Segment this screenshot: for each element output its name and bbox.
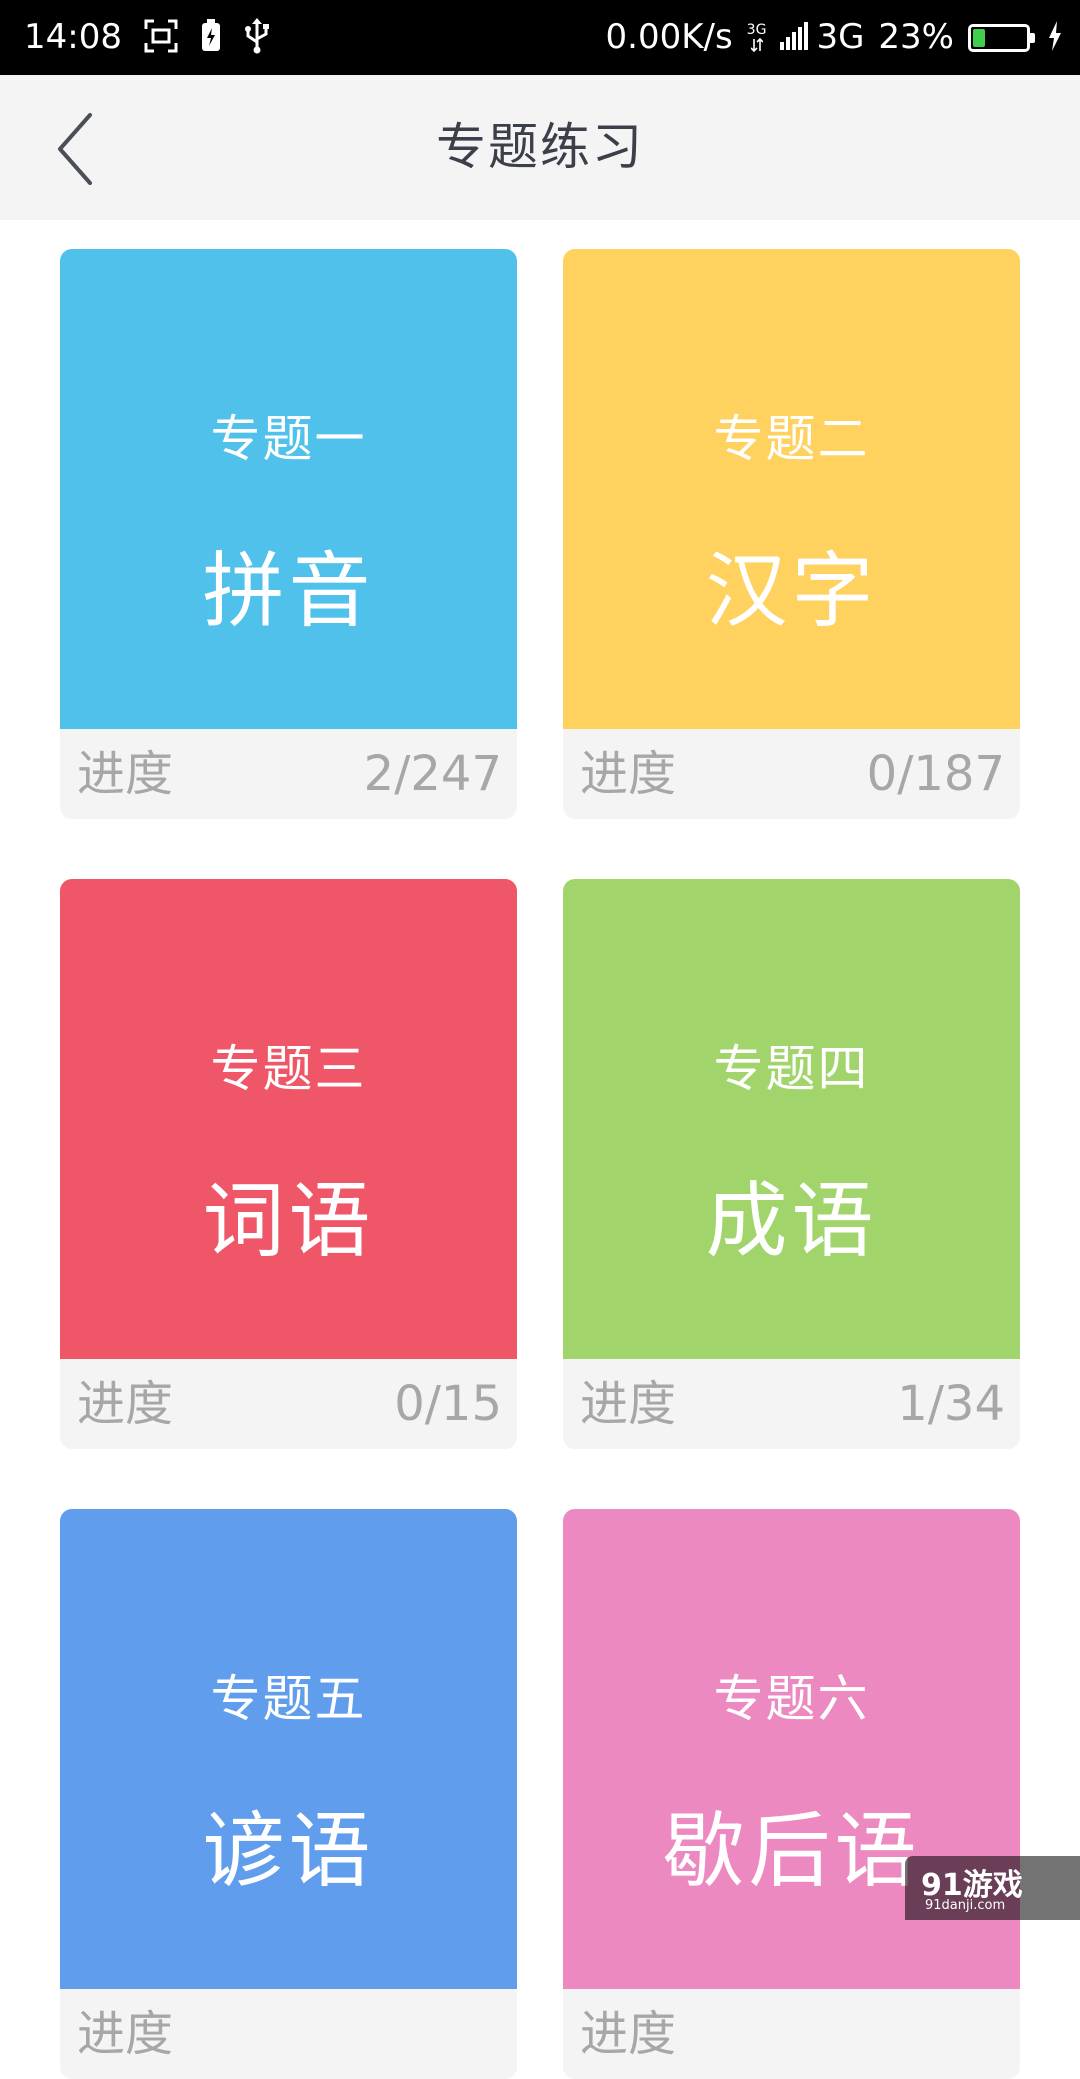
topic-number: 专题三 [210,1040,367,1098]
topic-progress-bar: 进度 0/15 [60,1359,517,1449]
topic-card-header: 专题二 汉字 [563,249,1020,729]
status-left: 14:08 [24,0,270,75]
progress-value: 2/247 [363,746,502,802]
network-type-small: 3G [746,21,767,38]
progress-label: 进度 [580,2006,677,2062]
topic-card-6[interactable]: 专题六 歇后语 进度 [563,1509,1020,2079]
progress-label: 进度 [77,2006,174,2062]
network-type: 3G [816,17,865,57]
progress-label: 进度 [580,1376,677,1432]
signal-icon [780,21,810,54]
topic-card-3[interactable]: 专题三 词语 进度 0/15 [60,879,517,1449]
progress-label: 进度 [580,746,677,802]
topic-card-5[interactable]: 专题五 谚语 进度 [60,1509,517,2079]
progress-label: 进度 [77,746,174,802]
usb-icon [244,17,270,58]
watermark-url: 91danji.com [925,1898,1006,1913]
battery-saver-icon [200,18,222,57]
progress-label: 进度 [77,1376,174,1432]
topic-progress-bar: 进度 1/34 [563,1359,1020,1449]
progress-value: 1/34 [897,1376,1005,1432]
topic-progress-bar: 进度 [60,1989,517,2079]
battery-level [973,28,985,47]
topic-card-header: 专题一 拼音 [60,249,517,729]
topic-number: 专题四 [713,1040,870,1098]
net-speed: 0.00K/s [605,17,733,57]
topic-card-1[interactable]: 专题一 拼音 进度 2/247 [60,249,517,819]
topic-name: 拼音 [202,544,375,639]
status-time: 14:08 [24,17,122,57]
topic-name: 汉字 [705,544,878,639]
topic-name: 成语 [705,1174,878,1269]
battery-percent: 23% [878,17,954,57]
page-title: 专题练习 [436,118,644,176]
topic-progress-bar: 进度 2/247 [60,729,517,819]
topic-name: 谚语 [202,1804,375,1899]
topic-card-2[interactable]: 专题二 汉字 进度 0/187 [563,249,1020,819]
topic-number: 专题一 [210,410,367,468]
watermark: 91游戏 91danji.com [905,1856,1080,1920]
topic-name: 词语 [202,1174,375,1269]
topic-number: 专题六 [713,1670,870,1728]
charging-icon [1048,20,1062,55]
status-right: 0.00K/s 3G 3G 23% [606,0,1063,75]
screenshot-icon [144,19,178,57]
status-bar: 14:08 0.00K/s 3G 3G 23% [0,0,1080,75]
topic-card-header: 专题四 成语 [563,879,1020,1359]
progress-value: 0/15 [394,1376,502,1432]
topic-progress-bar: 进度 [563,1989,1020,2079]
topic-card-header: 专题五 谚语 [60,1509,517,1989]
topic-progress-bar: 进度 0/187 [563,729,1020,819]
progress-value: 0/187 [866,746,1005,802]
app-header: 专题练习 [0,75,1080,220]
data-activity-indicator: 3G [746,21,767,53]
battery-icon [968,23,1035,52]
topic-number: 专题五 [210,1670,367,1728]
topic-number: 专题二 [713,410,870,468]
topic-card-header: 专题三 词语 [60,879,517,1359]
topic-card-4[interactable]: 专题四 成语 进度 1/34 [563,879,1020,1449]
